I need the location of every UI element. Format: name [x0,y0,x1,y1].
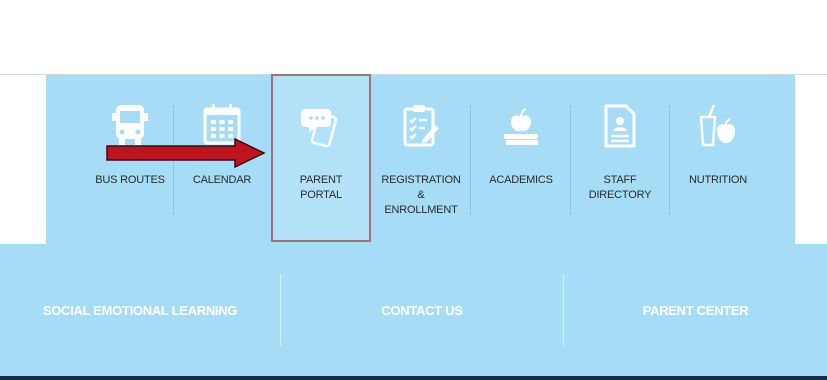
drink-apple-icon [699,104,735,147]
quick-link-label: ACADEMICS [489,174,553,186]
top-header-bar [0,0,827,75]
books-apple-icon [504,108,538,145]
bottom-link-label: SOCIAL EMOTIONAL LEARNING [42,302,238,318]
clipboard-icon [403,105,439,147]
divider [470,105,471,215]
quick-link-label: REGISTRATION & ENROLLMENT [381,174,461,216]
quick-link-label: STAFF DIRECTORY [588,174,652,201]
quick-link-staff-directory[interactable]: STAFF DIRECTORY [572,75,668,245]
quick-link-nutrition[interactable]: NUTRITION [670,75,766,245]
bottom-link-band: SOCIAL EMOTIONAL LEARNING CONTACT US PAR… [0,244,827,376]
quick-link-label: CALENDAR [192,174,252,186]
quick-link-label: BUS ROUTES [95,174,165,186]
divider [570,105,571,215]
quick-link-parent-portal[interactable]: PARENT PORTAL [273,75,369,245]
footer-strip [0,376,827,380]
quick-link-label: NUTRITION [688,174,748,186]
bottom-link-contact-us[interactable]: CONTACT US [281,244,563,376]
bottom-link-parent-center[interactable]: PARENT CENTER [564,244,827,376]
bottom-link-label: PARENT CENTER [642,302,749,318]
red-arrow-annotation [106,138,266,168]
phone-chat-icon [301,109,338,148]
quick-link-registration-enrollment[interactable]: REGISTRATION & ENROLLMENT [372,75,470,245]
quick-link-label: PARENT PORTAL [299,174,343,201]
quick-link-academics[interactable]: ACADEMICS [472,75,570,245]
directory-document-icon [604,104,636,148]
bottom-link-social-emotional-learning[interactable]: SOCIAL EMOTIONAL LEARNING [0,244,280,376]
bottom-link-label: CONTACT US [381,302,463,318]
